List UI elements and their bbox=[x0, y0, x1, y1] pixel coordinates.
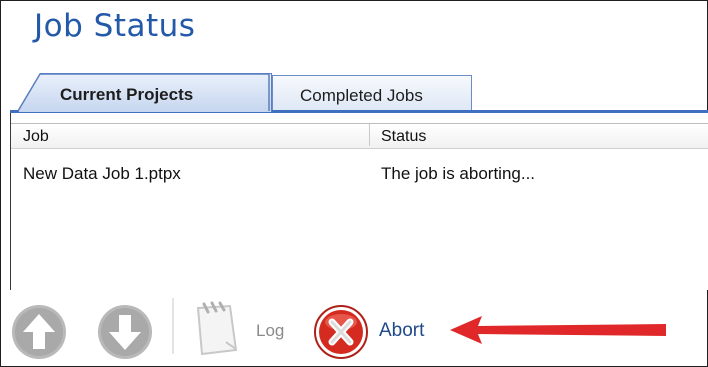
tab-current-projects-label: Current Projects bbox=[60, 85, 194, 104]
arrow-up-circle-icon bbox=[12, 305, 66, 359]
toolbar-separator bbox=[172, 298, 174, 354]
log-button-label[interactable]: Log bbox=[256, 321, 284, 341]
abort-button-label[interactable]: Abort bbox=[379, 320, 424, 342]
abort-button[interactable] bbox=[312, 304, 370, 360]
column-header-status[interactable]: Status bbox=[381, 128, 426, 146]
tab-completed-jobs-label: Completed Jobs bbox=[300, 86, 423, 105]
annotation-arrow bbox=[450, 316, 666, 344]
move-down-button[interactable] bbox=[96, 303, 154, 361]
column-separator[interactable] bbox=[369, 124, 370, 146]
table-row-status[interactable]: The job is aborting... bbox=[381, 164, 535, 184]
notepad-icon[interactable] bbox=[190, 300, 242, 358]
table-header bbox=[11, 123, 708, 149]
page-title: Job Status bbox=[34, 8, 196, 44]
arrow-down-circle-icon bbox=[98, 305, 152, 359]
red-x-circle-icon bbox=[314, 305, 368, 359]
table-row-job-name[interactable]: New Data Job 1.ptpx bbox=[23, 164, 181, 184]
move-up-button[interactable] bbox=[10, 303, 68, 361]
column-header-job[interactable]: Job bbox=[23, 128, 49, 146]
